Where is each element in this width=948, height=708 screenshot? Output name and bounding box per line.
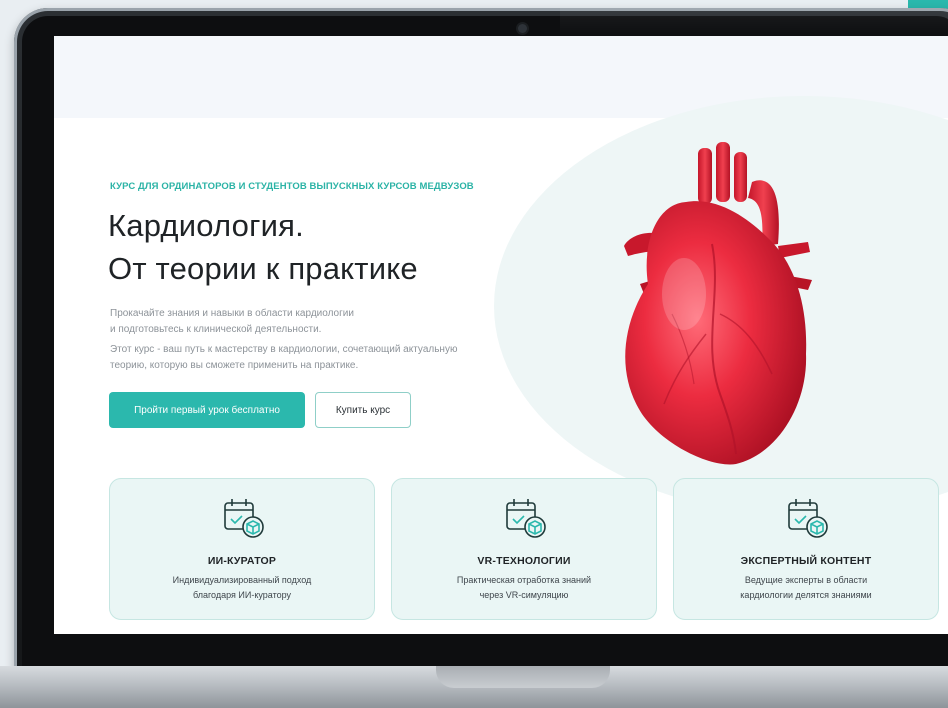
webcam-icon [518,24,527,33]
hero-title-line1: Кардиология. [108,208,304,243]
screen-glare [560,8,948,38]
feature-text-line1: Индивидуализированный подход [172,575,312,585]
free-lesson-button[interactable]: Пройти первый урок бесплатно [109,392,305,428]
feature-text-line1: Ведущие эксперты в области [744,575,868,585]
heart-illustration [602,134,842,474]
feature-card-vr-technologies: VR-ТЕХНОЛОГИИ Практическая отработка зна… [391,478,657,620]
feature-title: ЭКСПЕРТНЫЙ КОНТЕНТ [740,555,872,567]
feature-title: ИИ-КУРАТОР [207,555,277,567]
hero-description-line4: теорию, которую вы сможете применить на … [110,360,359,371]
calendar-box-icon [785,495,829,541]
hero-description-line3: Этот курс - ваш путь к мастерству в кард… [110,344,458,355]
hero-description-line2: и подготовьтесь к клинической деятельнос… [110,324,322,335]
feature-card-ai-curator: ИИ-КУРАТОР Индивидуализированный подход … [109,478,375,620]
calendar-box-icon [221,495,265,541]
hero-description-line1: Прокачайте знания и навыки в области кар… [110,308,354,319]
feature-title: VR-ТЕХНОЛОГИИ [477,555,571,567]
feature-card-expert-content: ЭКСПЕРТНЫЙ КОНТЕНТ Ведущие эксперты в об… [673,478,939,620]
laptop-screen: КУРС ДЛЯ ОРДИНАТОРОВ И СТУДЕНТОВ ВЫПУСКН… [54,36,948,634]
feature-text-line1: Практическая отработка знаний [456,575,592,585]
feature-text-line2: благодаря ИИ-куратору [192,590,292,600]
calendar-box-icon [503,495,547,541]
hero-title-line2: От теории к практике [108,251,418,286]
feature-text-line2: кардиологии делятся знаниями [740,590,872,600]
laptop-base-notch [436,666,610,688]
hero-kicker: КУРС ДЛЯ ОРДИНАТОРОВ И СТУДЕНТОВ ВЫПУСКН… [110,181,474,192]
feature-text-line2: через VR-симуляцию [479,590,569,600]
buy-course-button[interactable]: Купить курс [315,392,411,428]
